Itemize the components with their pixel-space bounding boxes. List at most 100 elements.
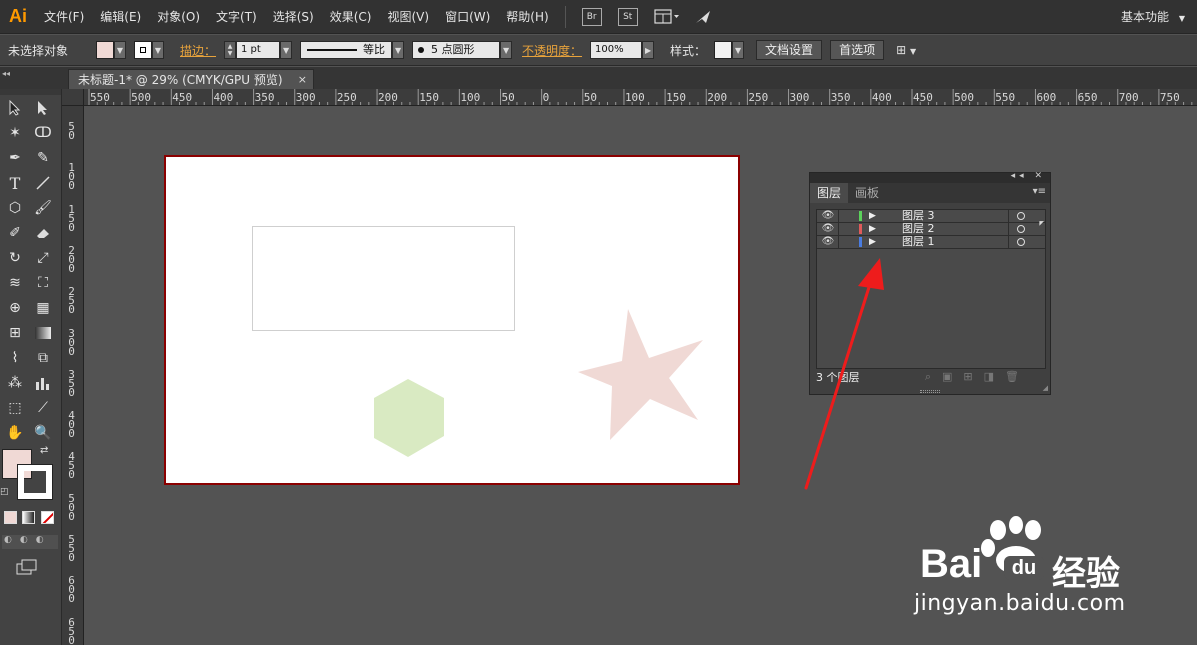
artboard[interactable] bbox=[164, 155, 740, 485]
close-icon[interactable]: × bbox=[298, 70, 307, 90]
visibility-eye-icon[interactable]: 👁 bbox=[820, 223, 836, 235]
direct-selection-tool-icon[interactable] bbox=[31, 97, 55, 119]
panel-menu-icon[interactable]: ▾≡ bbox=[1033, 186, 1046, 197]
polygon-tool-icon[interactable]: ⬡ bbox=[3, 197, 27, 219]
none-mode-button[interactable] bbox=[41, 511, 54, 524]
eyedropper-tool-icon[interactable]: ⌇ bbox=[3, 347, 27, 369]
expand-triangle-icon[interactable]: ▶ bbox=[869, 236, 876, 248]
line-tool-icon[interactable] bbox=[31, 172, 55, 194]
target-circle-icon[interactable] bbox=[1017, 238, 1025, 246]
brush-field[interactable]: 5 点圆形 bbox=[412, 41, 501, 59]
style-dropdown-icon[interactable]: ▼ bbox=[732, 41, 745, 59]
zoom-tool-icon[interactable]: 🔍 bbox=[31, 422, 55, 444]
layer-name[interactable]: 图层 3 bbox=[902, 210, 935, 222]
toolbox-grip[interactable] bbox=[0, 89, 61, 95]
selection-tool-icon[interactable] bbox=[3, 97, 27, 119]
gpu-performance-icon[interactable] bbox=[694, 8, 714, 26]
layer-name[interactable]: 图层 2 bbox=[902, 223, 935, 235]
graphic-style-swatch[interactable] bbox=[714, 41, 733, 59]
gradient-tool-icon[interactable] bbox=[31, 322, 55, 344]
eraser-tool-icon[interactable] bbox=[31, 222, 55, 244]
swap-colors-icon[interactable]: ⇄ bbox=[40, 445, 48, 456]
stroke-color-swatch[interactable] bbox=[134, 41, 152, 59]
bridge-button[interactable]: Br bbox=[581, 7, 602, 26]
panel-bottom-grip[interactable] bbox=[920, 390, 940, 393]
perspective-grid-tool-icon[interactable]: ▦ bbox=[31, 297, 55, 319]
free-transform-tool-icon[interactable]: ⛶ bbox=[31, 272, 55, 294]
color-mode-button[interactable] bbox=[4, 511, 17, 524]
shaper-tool-icon[interactable]: ✐ bbox=[3, 222, 27, 244]
stroke-label[interactable]: 描边： bbox=[172, 42, 224, 59]
fill-color-swatch[interactable] bbox=[96, 41, 114, 59]
ruler-vertical[interactable]: 50 100 150 200 250 300 350 400 450 500 550 600 650 bbox=[62, 106, 84, 645]
menu-edit[interactable]: 编辑(E) bbox=[92, 0, 149, 34]
document-setup-button[interactable]: 文档设置 bbox=[756, 40, 823, 60]
menu-file[interactable]: 文件(F) bbox=[36, 0, 92, 34]
mesh-tool-icon[interactable]: ⊞ bbox=[3, 322, 27, 344]
stroke-color-box[interactable] bbox=[17, 464, 53, 500]
menu-effect[interactable]: 效果(C) bbox=[322, 0, 380, 34]
stock-button[interactable]: St bbox=[617, 7, 638, 26]
rotate-tool-icon[interactable]: ↻ bbox=[3, 247, 27, 269]
layer-action-icons[interactable]: ⌕▣⊞◨🗑 bbox=[925, 370, 1030, 384]
opacity-label[interactable]: 不透明度： bbox=[520, 42, 590, 59]
scale-tool-icon[interactable]: ⤢ bbox=[31, 247, 55, 269]
arrange-panel-icon[interactable]: ⊞ ▼ bbox=[896, 43, 916, 57]
ruler-origin[interactable] bbox=[62, 89, 84, 106]
brush-dropdown-icon[interactable]: ▼ bbox=[500, 41, 513, 59]
document-tab[interactable]: 未标题-1* @ 29% (CMYK/GPU 预览) × bbox=[68, 69, 314, 89]
hexagon-shape[interactable] bbox=[371, 377, 451, 459]
tab-artboards[interactable]: 画板 bbox=[848, 183, 886, 203]
panel-resize-grip-icon[interactable]: ◢ bbox=[1043, 384, 1048, 392]
default-colors-icon[interactable]: ◰ bbox=[0, 487, 9, 497]
opacity-field[interactable]: 100% bbox=[590, 41, 643, 59]
layer-name[interactable]: 图层 1 bbox=[902, 236, 935, 248]
width-tool-icon[interactable]: ≋ bbox=[3, 272, 27, 294]
expand-triangle-icon[interactable]: ▶ bbox=[869, 223, 876, 235]
visibility-eye-icon[interactable]: 👁 bbox=[820, 210, 836, 222]
curvature-tool-icon[interactable]: ✎ bbox=[31, 147, 55, 169]
paintbrush-tool-icon[interactable]: 🖌 bbox=[31, 197, 55, 219]
stroke-weight-dropdown-icon[interactable]: ▼ bbox=[280, 41, 293, 59]
symbol-sprayer-tool-icon[interactable]: ⁂ bbox=[3, 372, 27, 394]
slice-tool-icon[interactable]: ⟋ bbox=[31, 397, 55, 419]
screen-mode-icon[interactable] bbox=[16, 559, 38, 578]
ruler-horizontal[interactable]: 550 500 450 400 350 300 250 200 150 100 50 0 50 100 15… bbox=[84, 89, 1197, 106]
arrange-documents-icon[interactable] bbox=[654, 8, 680, 26]
stroke-profile-dropdown-icon[interactable]: ▼ bbox=[392, 41, 405, 59]
hand-tool-icon[interactable]: ✋ bbox=[3, 422, 27, 444]
menu-select[interactable]: 选择(S) bbox=[265, 0, 322, 34]
drawing-modes-icon[interactable]: ◐◐◐ bbox=[2, 535, 58, 549]
layer-row[interactable]: 👁 ▶ 图层 1 bbox=[817, 236, 1045, 249]
expand-triangle-icon[interactable]: ▶ bbox=[869, 210, 876, 222]
column-graph-tool-icon[interactable] bbox=[31, 372, 55, 394]
artboard-tool-icon[interactable]: ⬚ bbox=[3, 397, 27, 419]
gradient-mode-button[interactable] bbox=[22, 511, 35, 524]
workspace-switcher[interactable]: 基本功能 ▼ bbox=[1121, 0, 1185, 34]
stroke-stepper-icon[interactable]: ▲ ▼ bbox=[224, 41, 237, 59]
menu-view[interactable]: 视图(V) bbox=[379, 0, 437, 34]
visibility-eye-icon[interactable]: 👁 bbox=[820, 236, 836, 248]
preferences-button[interactable]: 首选项 bbox=[830, 40, 885, 60]
rectangle-shape[interactable] bbox=[252, 226, 515, 331]
stroke-dropdown-icon[interactable]: ▼ bbox=[152, 41, 164, 59]
stroke-profile-field[interactable]: 等比 bbox=[300, 41, 393, 59]
collapse-toolbox-icon[interactable]: ◂◂ bbox=[2, 69, 10, 78]
target-circle-icon[interactable] bbox=[1017, 212, 1025, 220]
target-circle-icon[interactable] bbox=[1017, 225, 1025, 233]
lasso-tool-icon[interactable]: ↀ bbox=[31, 122, 55, 144]
menu-object[interactable]: 对象(O) bbox=[149, 0, 208, 34]
panel-collapse-close-icons[interactable]: ◂◂ ✕ bbox=[1011, 171, 1046, 181]
type-tool-icon[interactable]: T bbox=[3, 172, 27, 194]
menu-window[interactable]: 窗口(W) bbox=[437, 0, 498, 34]
shape-builder-tool-icon[interactable]: ⊕ bbox=[3, 297, 27, 319]
panel-title-bar[interactable]: ◂◂ ✕ bbox=[810, 171, 1050, 183]
tab-layers[interactable]: 图层 bbox=[810, 183, 849, 203]
menu-type[interactable]: 文字(T) bbox=[208, 0, 265, 34]
menu-help[interactable]: 帮助(H) bbox=[498, 0, 556, 34]
fill-dropdown-icon[interactable]: ▼ bbox=[114, 41, 126, 59]
stroke-weight-field[interactable]: 1 pt bbox=[236, 41, 281, 59]
pen-tool-icon[interactable]: ✒ bbox=[3, 147, 27, 169]
blend-tool-icon[interactable]: ⧉ bbox=[31, 347, 55, 369]
star-shape[interactable] bbox=[577, 308, 711, 442]
